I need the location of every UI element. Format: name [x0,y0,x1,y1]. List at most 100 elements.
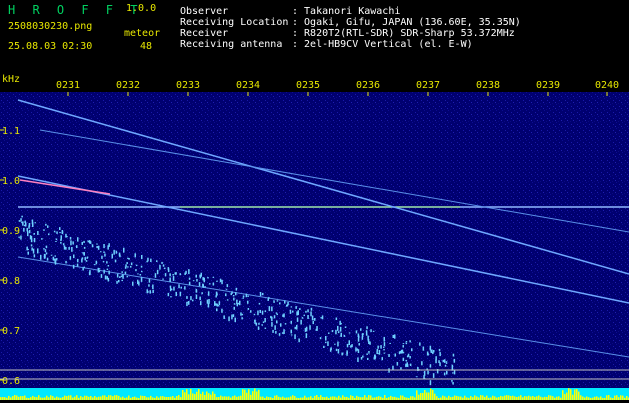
level-bar [528,395,530,400]
echo-dot [388,354,390,357]
level-bar [84,395,86,400]
echo-dot [195,274,197,278]
echo-dot [81,241,83,245]
echo-dot [439,352,441,357]
echo-dot [405,363,407,368]
echo-dot [69,237,72,240]
echo-dot [152,289,154,294]
level-bar [314,395,316,400]
echo-dot [46,257,49,261]
level-bar [526,396,528,400]
level-bar [486,395,488,400]
echo-dot [107,277,110,282]
level-bar [32,395,34,400]
echo-dot [307,309,309,313]
level-bar [128,395,130,400]
echo-dot [346,343,349,348]
echo-dot [135,269,137,272]
echo-dot [372,330,375,332]
time-axis: 0231 0232 0233 0234 0235 0236 0237 0238 … [0,74,629,92]
level-bar [156,396,158,400]
echo-dot [286,304,288,307]
echo-dot [294,326,296,330]
level-bar [424,390,426,400]
echo-dot [77,258,79,263]
echo-dot [368,352,370,354]
level-bar [320,395,322,400]
echo-dot [337,325,339,331]
echo-dot [377,353,379,355]
echo-dot [172,274,174,276]
echo-dot [234,317,236,323]
echo-dot [207,277,209,279]
echo-dot [284,323,287,325]
echo-dot [452,353,455,357]
echo-dot [362,333,364,335]
echo-dot [451,380,453,382]
echo-dot [208,299,210,304]
echo-dot [335,348,338,352]
echo-dot [423,371,426,376]
echo-dot [240,312,242,316]
level-bar [50,395,52,400]
y-tick: 1.1 [2,126,20,137]
level-bar [100,396,102,400]
echo-dot [406,364,409,367]
echo-dot [118,280,120,283]
echo-dot [196,279,198,282]
echo-dot [255,322,258,326]
level-bar [122,396,124,400]
level-bar [304,395,306,400]
echo-dot [188,269,190,275]
echo-dot [27,251,29,255]
echo-dot [184,286,186,290]
echo-dot [69,256,72,260]
echo-dot [127,266,129,268]
echo-dot [307,315,309,319]
echo-dot [120,275,123,278]
echo-dot [132,283,134,286]
echo-dot [330,347,332,351]
echo-dot [45,223,47,226]
echo-dot [186,296,188,299]
echo-dot [355,347,357,352]
echo-dot [362,355,364,358]
echo-dot [231,314,233,320]
level-bar [140,395,142,400]
echo-dot [374,356,377,359]
echo-dot [119,254,121,258]
echo-dot [445,361,448,363]
level-bar [442,395,444,400]
echo-dot [250,310,252,313]
echo-dot [233,306,235,310]
echo-dot [305,310,307,313]
echo-dot [261,310,264,315]
echo-dot [453,358,456,363]
x-tick: 0239 [535,80,561,91]
echo-dot [101,255,103,259]
level-bar [448,395,450,400]
level-bar [482,395,484,400]
echo-dot [280,323,282,327]
y-tick: 0.8 [2,276,20,287]
level-bar [504,395,506,400]
echo-dot [426,351,429,356]
echo-dot [89,270,91,275]
echo-dot [296,324,298,330]
echo-dot [325,341,327,344]
level-bar [332,396,334,400]
level-bar [470,396,472,400]
observer-key: Observer [180,6,229,17]
level-bar [116,395,118,400]
meteor-label: meteor [124,28,161,39]
echo-dot [100,274,103,278]
echo-dot [102,260,105,263]
level-bar [64,395,66,400]
echo-dot [147,257,149,262]
echo-dot [284,300,286,304]
echo-dot [320,317,322,319]
level-bar [290,396,292,400]
echo-dot [394,334,396,339]
echo-dot [409,356,411,359]
echo-dot [140,265,143,268]
